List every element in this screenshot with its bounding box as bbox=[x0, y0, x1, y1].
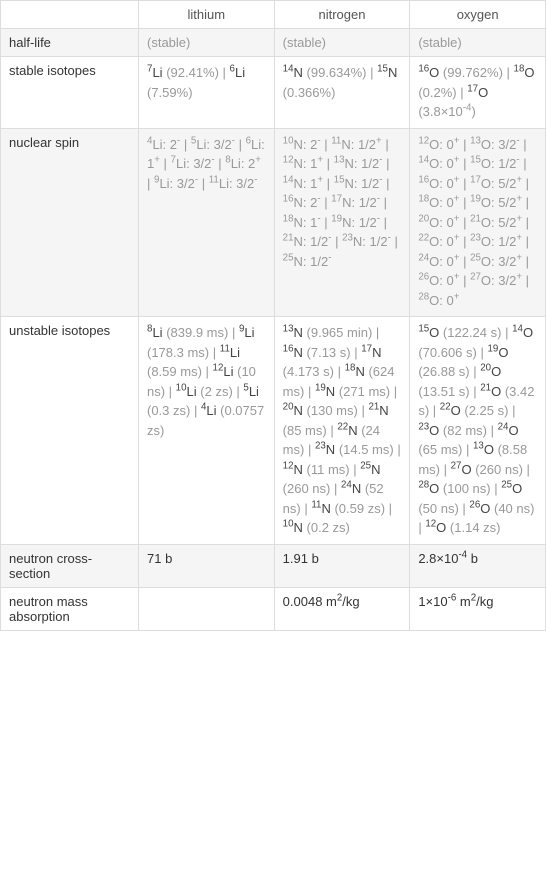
cell-unstable-n: 13N (9.965 min) | 16N (7.13 s) | 17N (4.… bbox=[274, 317, 410, 545]
row-label: neutron cross-section bbox=[1, 544, 139, 587]
header-row: lithium nitrogen oxygen bbox=[1, 1, 546, 29]
row-neutron-mass-absorption: neutron mass absorption 0.0048 m2/kg 1×1… bbox=[1, 587, 546, 630]
row-label: unstable isotopes bbox=[1, 317, 139, 545]
cell-spin-o: 12O: 0+ | 13O: 3/2- | 14O: 0+ | 15O: 1/2… bbox=[410, 128, 546, 317]
cell-half-life-n: (stable) bbox=[274, 29, 410, 57]
row-label: nuclear spin bbox=[1, 128, 139, 317]
row-unstable-isotopes: unstable isotopes 8Li (839.9 ms) | 9Li (… bbox=[1, 317, 546, 545]
header-oxygen: oxygen bbox=[410, 1, 546, 29]
cell-ncs-o: 2.8×10-4 b bbox=[410, 544, 546, 587]
row-stable-isotopes: stable isotopes 7Li (92.41%) | 6Li (7.59… bbox=[1, 57, 546, 129]
cell-ncs-n: 1.91 b bbox=[274, 544, 410, 587]
row-half-life: half-life (stable) (stable) (stable) bbox=[1, 29, 546, 57]
cell-ncs-li: 71 b bbox=[139, 544, 275, 587]
cell-half-life-o: (stable) bbox=[410, 29, 546, 57]
row-label: half-life bbox=[1, 29, 139, 57]
cell-spin-n: 10N: 2- | 11N: 1/2+ | 12N: 1+ | 13N: 1/2… bbox=[274, 128, 410, 317]
cell-nma-li bbox=[139, 587, 275, 630]
cell-nma-n: 0.0048 m2/kg bbox=[274, 587, 410, 630]
cell-unstable-o: 15O (122.24 s) | 14O (70.606 s) | 19O (2… bbox=[410, 317, 546, 545]
cell-half-life-li: (stable) bbox=[139, 29, 275, 57]
cell-stable-n: 14N (99.634%) | 15N (0.366%) bbox=[274, 57, 410, 129]
row-label: stable isotopes bbox=[1, 57, 139, 129]
cell-nma-o: 1×10-6 m2/kg bbox=[410, 587, 546, 630]
cell-spin-li: 4Li: 2- | 5Li: 3/2- | 6Li: 1+ | 7Li: 3/2… bbox=[139, 128, 275, 317]
properties-table: lithium nitrogen oxygen half-life (stabl… bbox=[0, 0, 546, 631]
row-nuclear-spin: nuclear spin 4Li: 2- | 5Li: 3/2- | 6Li: … bbox=[1, 128, 546, 317]
header-blank bbox=[1, 1, 139, 29]
cell-stable-o: 16O (99.762%) | 18O (0.2%) | 17O (3.8×10… bbox=[410, 57, 546, 129]
row-label: neutron mass absorption bbox=[1, 587, 139, 630]
cell-unstable-li: 8Li (839.9 ms) | 9Li (178.3 ms) | 11Li (… bbox=[139, 317, 275, 545]
row-neutron-cross-section: neutron cross-section 71 b 1.91 b 2.8×10… bbox=[1, 544, 546, 587]
header-lithium: lithium bbox=[139, 1, 275, 29]
header-nitrogen: nitrogen bbox=[274, 1, 410, 29]
cell-stable-li: 7Li (92.41%) | 6Li (7.59%) bbox=[139, 57, 275, 129]
